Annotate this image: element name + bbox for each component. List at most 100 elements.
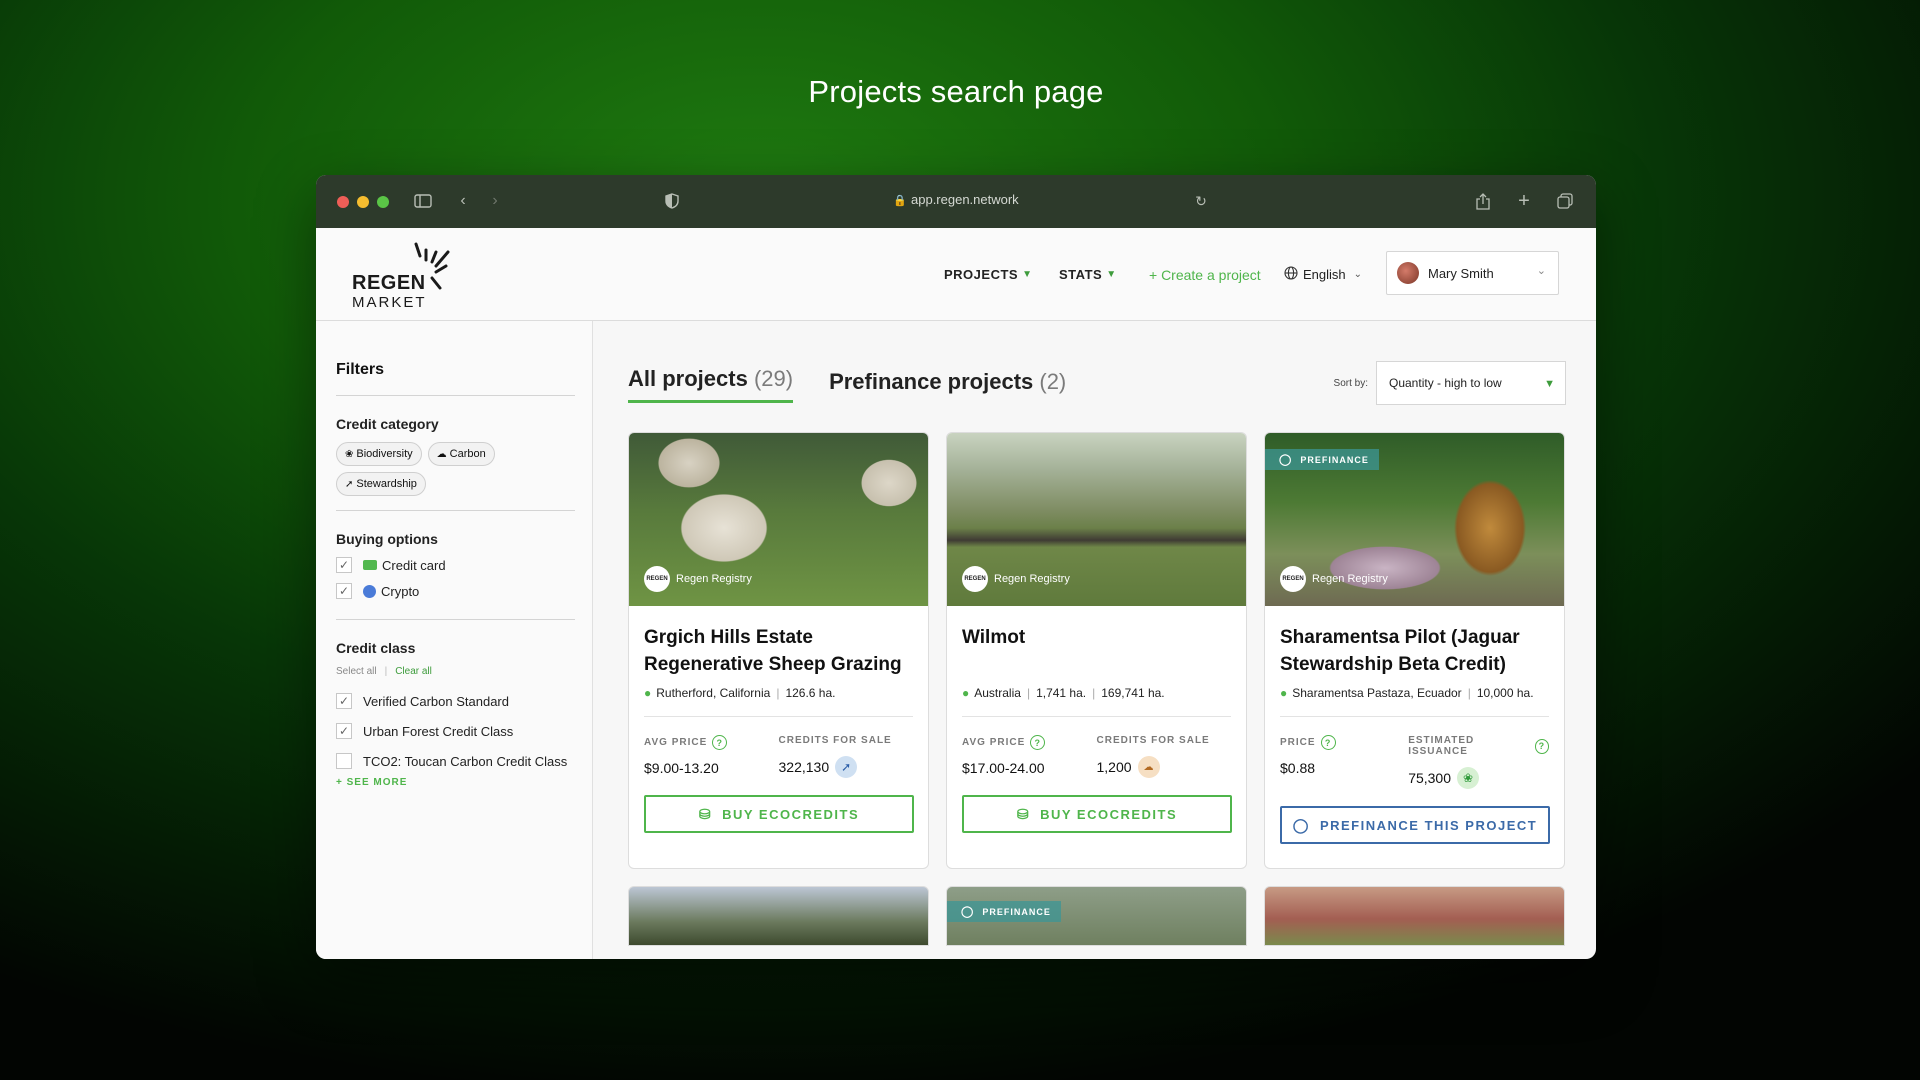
buying-option-credit-card[interactable]: ✓ Credit card (336, 557, 575, 573)
credit-class-title: Credit class (336, 640, 416, 656)
language-label: English (1303, 267, 1346, 282)
buy-ecocredits-button[interactable]: ⛁ BUY ECOCREDITS (644, 795, 914, 833)
language-selector[interactable]: English ⌄ (1284, 228, 1362, 321)
prefinance-icon: ◯ (1292, 816, 1310, 833)
project-card[interactable] (1264, 886, 1565, 946)
project-location: ● Australia | 1,741 ha. | 169,741 ha. (962, 686, 1231, 717)
tab-label: All projects (628, 366, 748, 391)
chip-label: Biodiversity (356, 448, 413, 460)
project-image[interactable]: REGEN Regen Registry (629, 433, 928, 606)
stat-label-text: AVG PRICE (644, 737, 708, 748)
stat-label: AVG PRICE? (962, 735, 1097, 750)
prefinance-badge: ◯ PREFINANCE (1265, 449, 1379, 470)
project-title[interactable]: Wilmot (962, 624, 1231, 684)
registry-name: Regen Registry (1312, 573, 1388, 585)
credit-class-item[interactable]: ✓ Verified Carbon Standard (336, 693, 575, 709)
credit-category-chips: ❀ Biodiversity ☁ Carbon ➚ Stewardship (336, 442, 575, 511)
checkbox-checked[interactable]: ✓ (336, 557, 352, 573)
divider: | (1467, 686, 1471, 700)
project-card[interactable]: REGEN Regen Registry Grgich Hills Estate… (628, 432, 929, 869)
help-icon[interactable]: ? (1534, 738, 1549, 754)
credits-icon: ⛁ (1016, 805, 1031, 822)
create-project-link[interactable]: + Create a project (1149, 228, 1261, 321)
stat-label: ESTIMATED ISSUANCE? (1408, 735, 1549, 757)
tab-all-projects[interactable]: All projects (29) (628, 366, 794, 403)
project-card[interactable] (628, 886, 929, 946)
reload-icon[interactable]: ↻ (1191, 191, 1211, 211)
estimated-issuance: 75,300 ❀ (1408, 767, 1549, 789)
credit-class-item[interactable]: TCO2: Toucan Carbon Credit Class (336, 753, 575, 769)
buying-option-crypto[interactable]: ✓ Crypto (336, 583, 575, 599)
projects-main: All projects (29) Prefinance projects (2… (593, 321, 1596, 959)
select-all-link[interactable]: Select all (336, 666, 377, 677)
checkbox-checked[interactable]: ✓ (336, 723, 352, 739)
project-card[interactable]: ◯ PREFINANCE (946, 886, 1247, 946)
chip-biodiversity[interactable]: ❀ Biodiversity (336, 442, 422, 466)
project-card-grid: REGEN Regen Registry Grgich Hills Estate… (628, 432, 1565, 869)
checkbox-checked[interactable]: ✓ (336, 693, 352, 709)
project-image[interactable]: REGEN Regen Registry (947, 433, 1246, 606)
checkbox-unchecked[interactable] (336, 753, 352, 769)
biodiversity-icon: ❀ (1457, 767, 1480, 789)
issuance-value: 75,300 (1408, 770, 1452, 786)
regen-market-logo[interactable]: REGEN MARKET (352, 238, 462, 313)
avatar (1397, 262, 1419, 284)
registry-logo-icon: REGEN (1280, 566, 1306, 592)
project-title[interactable]: Grgich Hills Estate Regenerative Sheep G… (644, 624, 913, 684)
area-text: 1,741 ha. (1036, 686, 1087, 700)
tab-prefinance-projects[interactable]: Prefinance projects (2) (829, 369, 1066, 403)
project-location: ● Rutherford, California | 126.6 ha. (644, 686, 913, 717)
credits-for-sale: 1,200 ☁ (1097, 756, 1232, 778)
see-more-link[interactable]: + SEE MORE (336, 777, 575, 788)
location-pin-icon: ● (1280, 686, 1288, 700)
tab-count: (2) (1039, 369, 1067, 394)
nav-stats[interactable]: STATS ▼ (1059, 228, 1117, 321)
caret-down-icon: ▼ (1544, 378, 1555, 390)
project-title[interactable]: Sharamentsa Pilot (Jaguar Stewardship Be… (1280, 624, 1549, 684)
credit-class-label: TCO2: Toucan Carbon Credit Class (363, 753, 568, 769)
help-icon[interactable]: ? (1030, 735, 1046, 750)
option-label: Credit card (382, 557, 446, 573)
buy-ecocredits-button[interactable]: ⛁ BUY ECOCREDITS (962, 795, 1232, 833)
help-icon[interactable]: ? (712, 735, 728, 750)
project-image[interactable]: ◯ PREFINANCE REGEN Regen Registry (1265, 433, 1564, 606)
user-menu[interactable]: Mary Smith ⌄ (1386, 251, 1559, 295)
logo-text-market: MARKET (352, 294, 427, 311)
divider: | (1026, 686, 1031, 700)
buying-options-title: Buying options (336, 531, 438, 547)
tab-label: Prefinance projects (829, 369, 1034, 394)
carbon-icon: ☁ (436, 449, 447, 460)
clear-all-link[interactable]: Clear all (395, 666, 432, 677)
price-value: $0.88 (1280, 760, 1316, 776)
chip-carbon[interactable]: ☁ Carbon (427, 442, 495, 466)
nav-projects[interactable]: PROJECTS ▼ (944, 228, 1032, 321)
divider: | (384, 666, 388, 677)
new-tab-icon[interactable]: + (1514, 190, 1534, 212)
help-icon[interactable]: ? (1320, 735, 1336, 750)
credit-class-item[interactable]: ✓ Urban Forest Credit Class (336, 723, 575, 739)
share-icon[interactable] (1473, 191, 1493, 211)
project-stats: AVG PRICE? $9.00-13.20 CREDITS FOR SALE … (644, 735, 913, 778)
address-bar[interactable]: 🔒 app.regen.network (316, 192, 1596, 207)
project-card[interactable]: REGEN Regen Registry Wilmot ● Australia … (946, 432, 1247, 869)
chip-stewardship[interactable]: ➚ Stewardship (336, 472, 426, 496)
sort-select[interactable]: Quantity - high to low ▼ (1376, 361, 1566, 405)
browser-chrome: ‹ › 🔒 app.regen.network ↻ + (316, 175, 1596, 228)
credit-class-label: Verified Carbon Standard (363, 693, 509, 709)
credit-class-bulk-actions: Select all | Clear all (336, 666, 575, 677)
prefinance-project-button[interactable]: ◯ PREFINANCE THIS PROJECT (1280, 806, 1550, 844)
checkbox-checked[interactable]: ✓ (336, 583, 352, 599)
project-card[interactable]: ◯ PREFINANCE REGEN Regen Registry Sharame… (1264, 432, 1565, 869)
registry-tag: REGEN Regen Registry (644, 566, 752, 592)
credit-class-label: Urban Forest Credit Class (363, 723, 514, 739)
button-label: BUY ECOCREDITS (1040, 806, 1178, 822)
chevron-down-icon: ⌄ (1353, 269, 1363, 280)
badge-label: PREFINANCE (1300, 454, 1369, 465)
page-content: Filters Credit category ❀ Biodiversity ☁ C… (316, 321, 1596, 959)
nav-stats-label: STATS (1059, 267, 1103, 282)
page-headline: Projects search page (808, 74, 1104, 109)
nav-projects-label: PROJECTS (944, 267, 1019, 282)
url-text: app.regen.network (911, 192, 1019, 207)
tab-overview-icon[interactable] (1555, 191, 1575, 211)
button-label: BUY ECOCREDITS (722, 806, 860, 822)
